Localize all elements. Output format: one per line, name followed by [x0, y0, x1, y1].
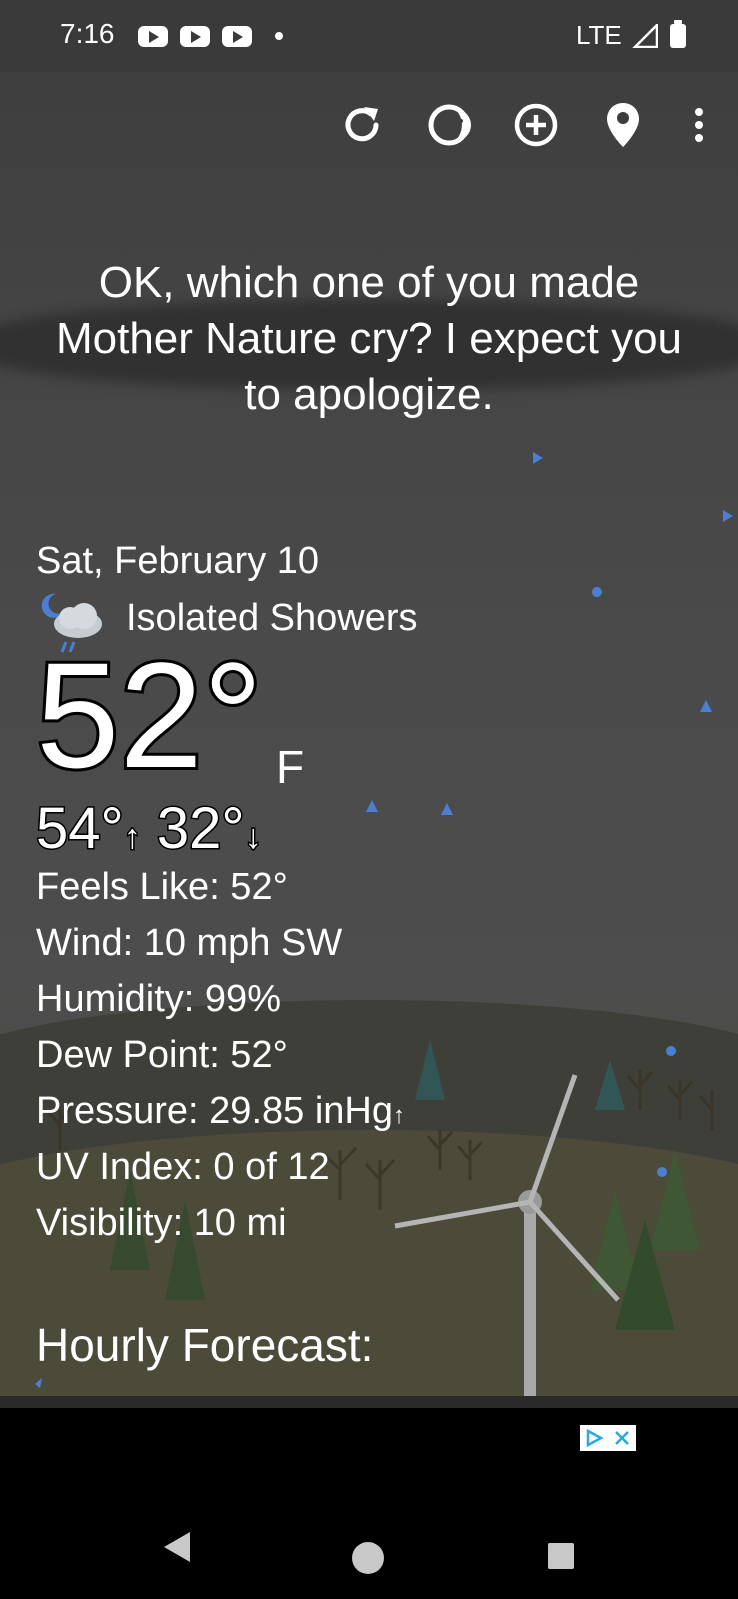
visibility: Visibility: 10 mi [36, 1202, 287, 1244]
more-notifications-dot [275, 32, 283, 40]
location-button[interactable] [598, 100, 648, 150]
overflow-menu-button[interactable] [674, 100, 724, 150]
low-temperature: 32° [155, 795, 246, 863]
status-time: 7:16 [60, 18, 115, 49]
high-low-temperatures: 54°↑ 32°↓ [35, 795, 264, 863]
overflow-menu-icon [695, 108, 703, 142]
youtube-icon [138, 26, 168, 47]
theme-button[interactable] [424, 100, 474, 150]
add-location-button[interactable] [511, 100, 561, 150]
location-pin-icon [607, 103, 639, 147]
dew-point: Dew Point: 52° [36, 1034, 288, 1076]
current-temperature: 52° [33, 631, 266, 799]
temperature-unit: F [276, 741, 305, 793]
uv-index: UV Index: 0 of 12 [36, 1146, 330, 1188]
high-temperature: 54° [35, 795, 126, 863]
refresh-icon [345, 107, 379, 142]
youtube-icon [222, 26, 252, 47]
adchoices-icon[interactable] [580, 1425, 608, 1451]
date-label: Sat, February 10 [36, 540, 320, 582]
pressure-trend-icon: ↑ [392, 1102, 405, 1129]
pressure-value: Pressure: 29.85 inHg [36, 1090, 393, 1132]
pressure: Pressure: 29.85 inHg↑ [36, 1090, 405, 1133]
feels-like: Feels Like: 52° [36, 866, 288, 908]
content-bottom-strip [0, 1396, 738, 1408]
low-arrow-icon: ↓ [243, 817, 263, 858]
humidity: Humidity: 99% [36, 978, 281, 1020]
signal-icon [632, 24, 658, 48]
weather-screen: 7:16 LTE OK, which one of you made Mothe… [0, 0, 738, 1599]
ad-choice-controls [580, 1425, 636, 1451]
recents-icon[interactable] [547, 1542, 575, 1570]
back-icon[interactable] [160, 1530, 192, 1564]
status-bar: 7:16 LTE [0, 0, 738, 72]
add-location-icon [514, 103, 558, 147]
wind: Wind: 10 mph SW [36, 922, 343, 964]
home-icon[interactable] [351, 1541, 385, 1575]
network-type: LTE [576, 20, 622, 50]
theme-icon [428, 104, 471, 146]
high-arrow-icon: ↑ [122, 817, 142, 858]
battery-icon [670, 20, 686, 48]
hourly-forecast-title: Hourly Forecast: [36, 1319, 374, 1371]
refresh-button[interactable] [337, 100, 387, 150]
youtube-icon [180, 26, 210, 47]
weather-headline: OK, which one of you made Mother Nature … [55, 258, 683, 419]
close-ad-icon[interactable] [608, 1425, 636, 1451]
